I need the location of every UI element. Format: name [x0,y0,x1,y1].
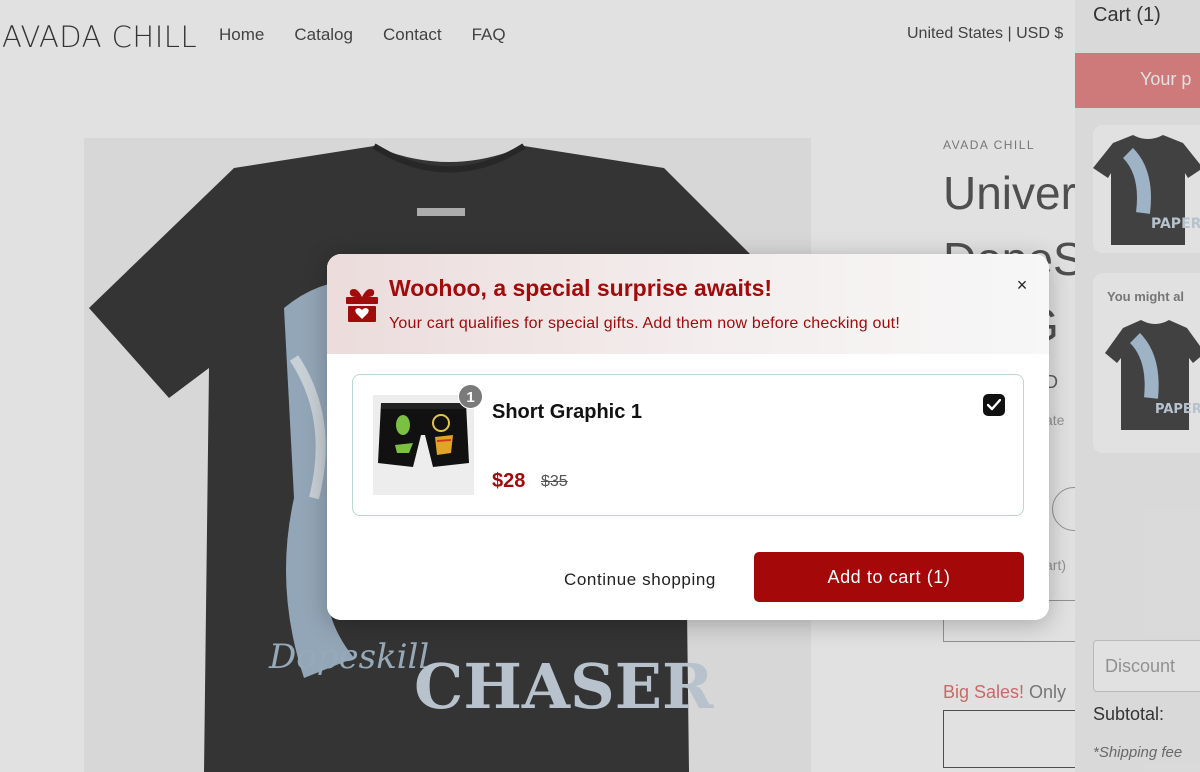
gift-item-checkbox[interactable] [983,394,1005,416]
gift-item-thumbnail [373,395,474,495]
gift-item-name: Short Graphic 1 [492,401,643,423]
gift-item-card[interactable]: Short Graphic 1 $28 $35 [352,374,1024,516]
close-icon[interactable]: × [1013,274,1031,296]
add-to-cart-button[interactable]: Add to cart (1) [754,552,1024,602]
modal-subtitle: Your cart qualifies for special gifts. A… [389,315,900,332]
shorts-image [378,403,469,467]
gift-item-compare-price: $35 [541,473,568,490]
gift-modal-header: Woohoo, a special surprise awaits! Your … [327,254,1049,354]
quantity-badge: 1 [458,384,483,409]
continue-shopping-button[interactable]: Continue shopping [549,567,731,593]
gift-modal: Woohoo, a special surprise awaits! Your … [327,254,1049,620]
gift-item-price: $28 [492,470,526,492]
checkmark-icon [987,399,1001,411]
gift-modal-footer: Continue shopping Add to cart (1) [327,535,1049,620]
modal-title: Woohoo, a special surprise awaits! [389,275,773,301]
gift-icon [346,289,378,322]
